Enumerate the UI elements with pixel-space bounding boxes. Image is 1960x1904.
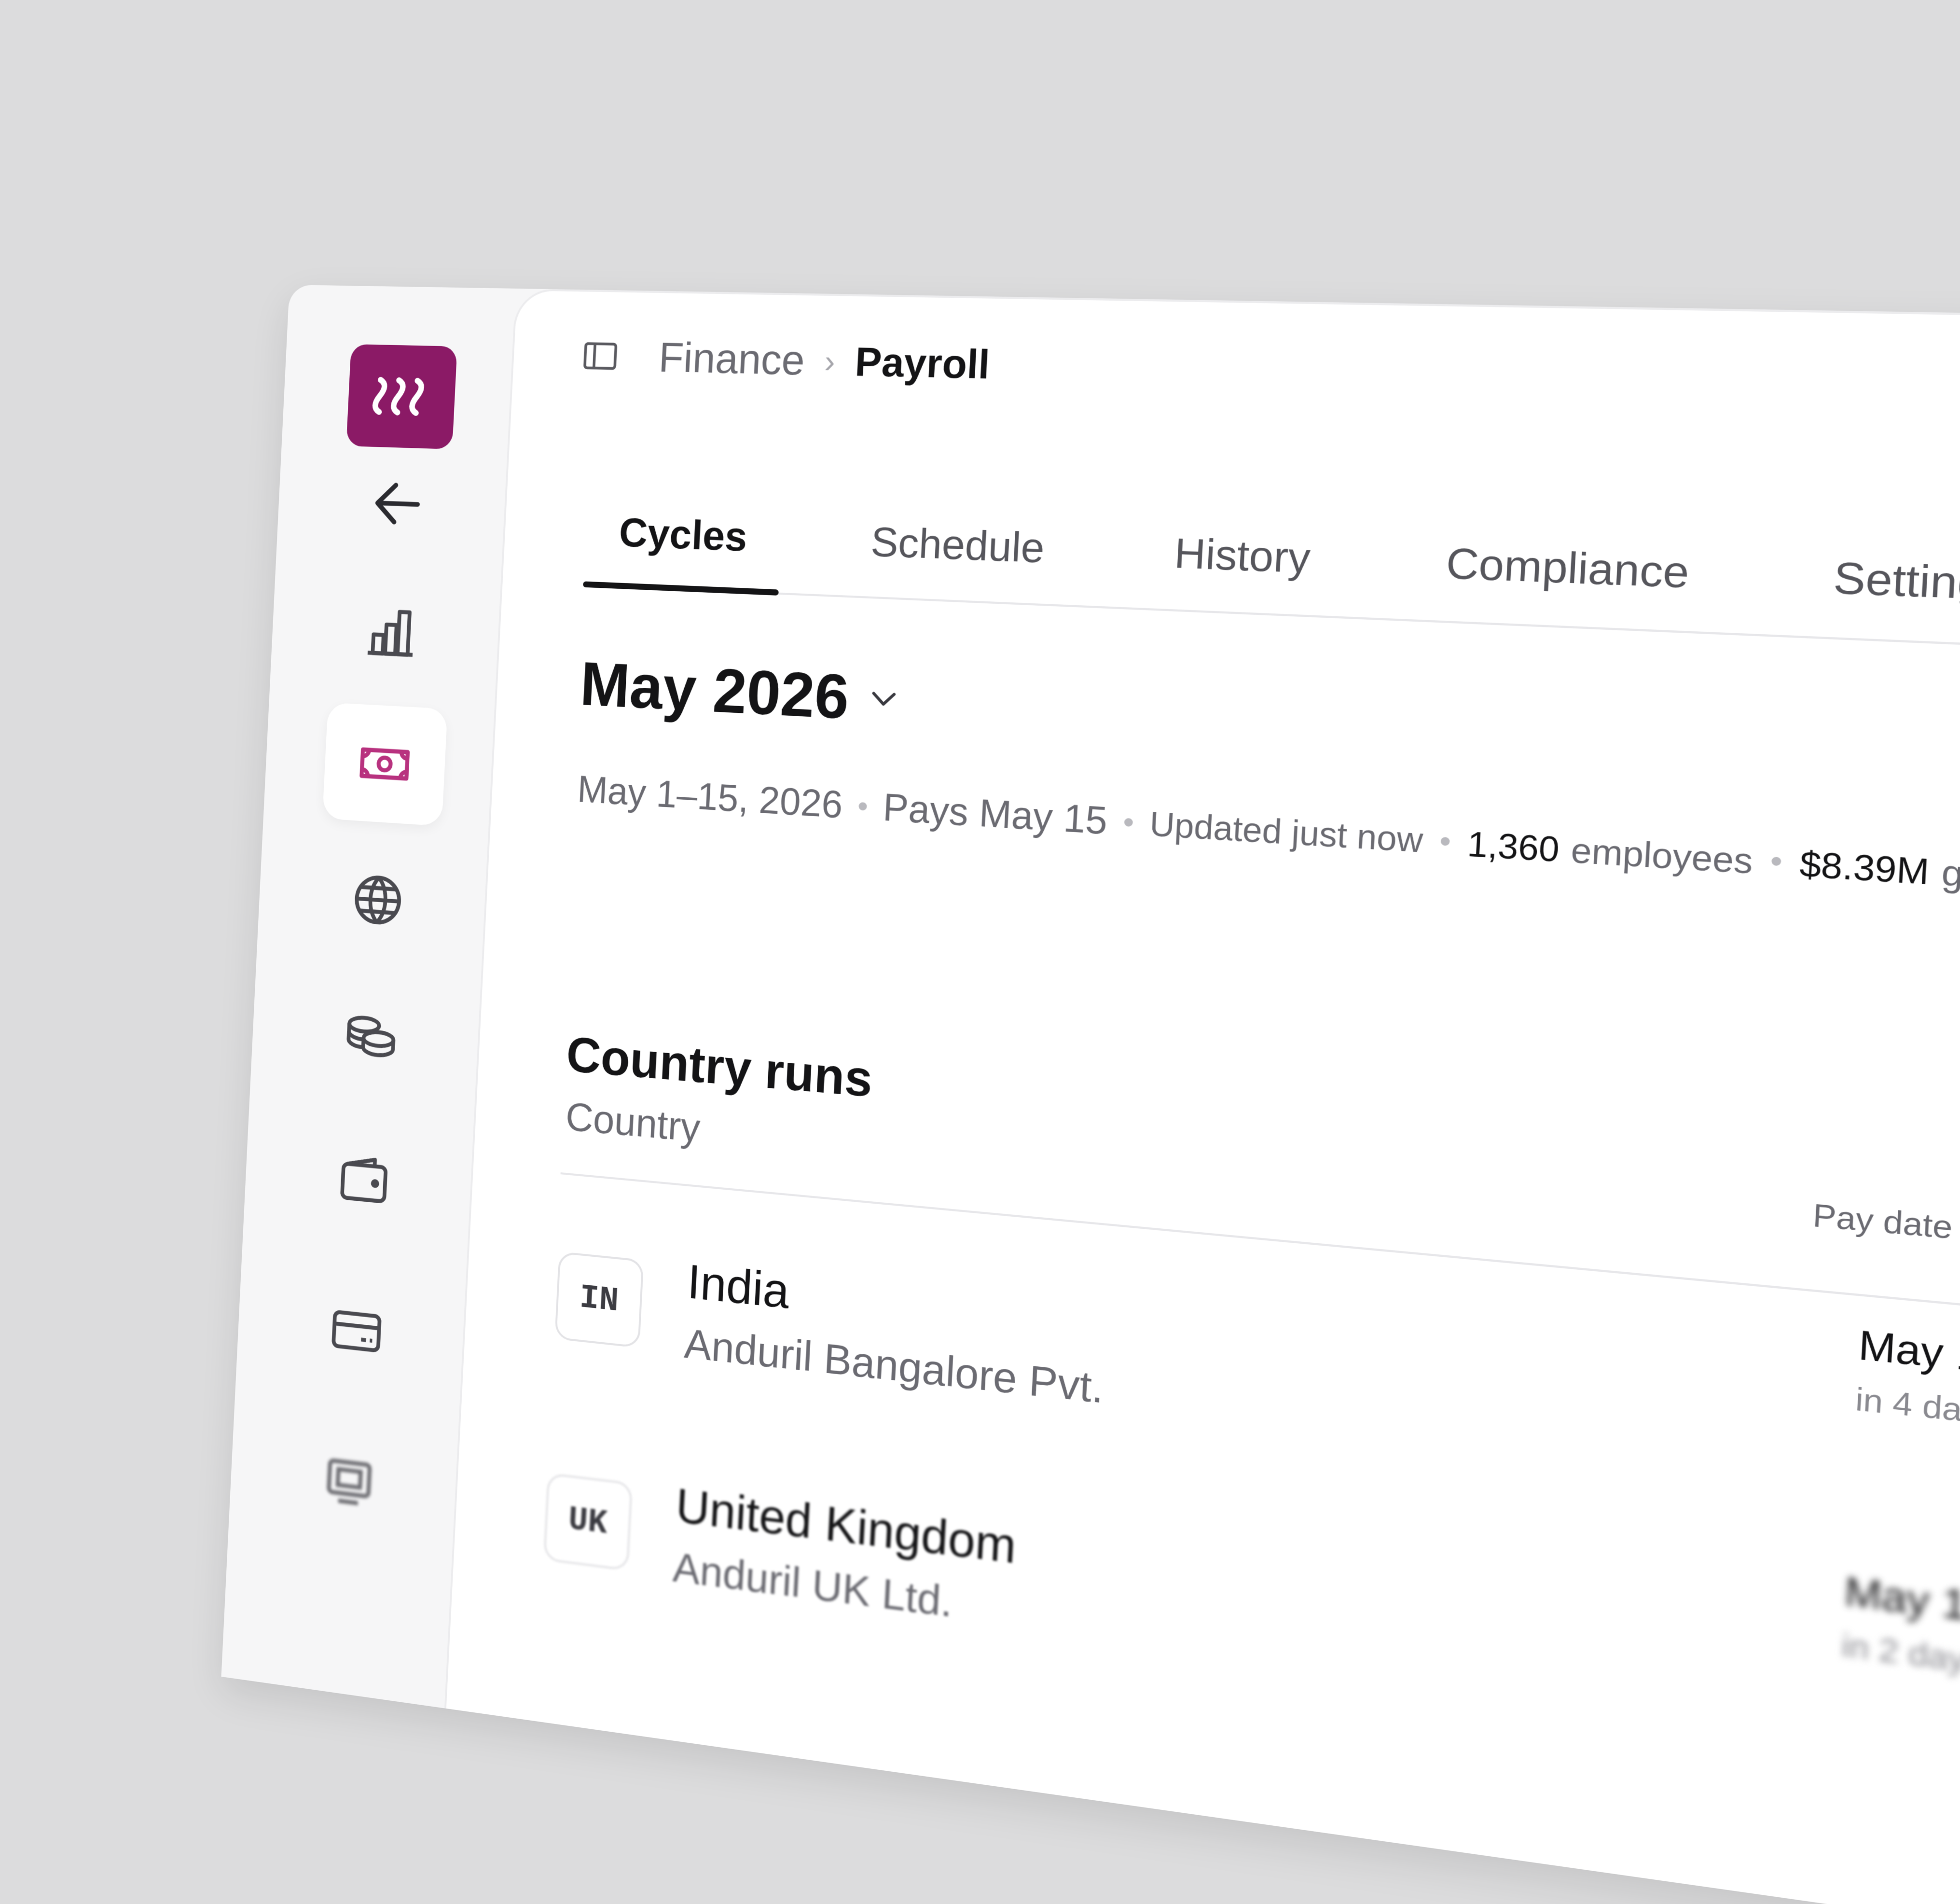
nav-global[interactable] [316,838,441,963]
country-code-badge: IN [554,1251,644,1348]
gross-value: $8.39M [1798,843,1931,892]
breadcrumb: Finance › Payroll [579,331,991,389]
back-button[interactable] [336,460,460,547]
separator-dot: • [856,789,869,824]
pay-date-relative: in 4 days [1854,1380,1960,1432]
credit-card-icon [325,1296,388,1366]
monitor-icon [318,1446,381,1516]
banknote-icon [353,731,416,797]
tab-cycles[interactable]: Cycles [583,508,783,593]
sidebar-toggle-icon[interactable] [579,334,621,377]
period-selector[interactable]: May 2026 [579,649,903,736]
separator-dot: • [1122,804,1135,840]
nav-wallet[interactable] [302,1118,427,1245]
gross-stat: $8.39M gross [1798,839,1960,901]
tab-settings[interactable]: Settings [1790,551,1960,646]
tab-bar: Cycles Schedule History Compliance Setti… [583,485,1960,657]
pay-date: May 17 [1857,1322,1960,1384]
nav-cards[interactable] [294,1267,419,1396]
coins-icon [340,1002,402,1070]
column-header-country[interactable]: Country [565,1094,702,1151]
bar-chart-icon [360,600,423,666]
tab-compliance[interactable]: Compliance [1405,537,1730,632]
country-runs-title: Country runs [565,1026,874,1108]
app-logo-icon [370,369,433,424]
employees-stat: 1,360 employees [1466,820,1754,884]
nav-analytics[interactable] [329,572,454,695]
column-header-pay-date[interactable]: Pay date [1812,1196,1954,1247]
breadcrumb-payroll: Payroll [854,338,991,388]
main-panel: Finance › Payroll Cycles Schedule Histor… [444,288,1960,1904]
pay-date-cell: May 17 in 4 days [1854,1321,1960,1433]
period-title: May 2026 [579,650,851,733]
country-name: India [686,1255,791,1319]
employees-label: employees [1570,830,1754,881]
breadcrumb-chevron-icon: › [823,342,836,379]
period-pays: Pays May 15 [882,786,1109,843]
country-code-badge: UK [543,1473,633,1571]
pay-date-relative: in 2 days [1840,1626,1960,1681]
app-logo[interactable] [346,344,457,449]
arrow-left-icon [366,471,429,537]
period-updated: Updated just now [1148,804,1424,860]
separator-dot: • [1438,823,1452,860]
app-window: Finance › Payroll Cycles Schedule Histor… [221,285,1960,1904]
wallet-icon [332,1147,395,1215]
separator-dot: • [1769,842,1783,880]
nav-coins[interactable] [309,973,434,1099]
nav-monitor[interactable] [287,1416,412,1546]
pay-date-cell: May 15 in 2 days [1841,1568,1960,1682]
gross-label: gross [1940,852,1960,899]
globe-icon [346,866,409,934]
tab-schedule[interactable]: Schedule [833,517,1082,605]
period-meta: May 1–15, 2026 • Pays May 15 • Updated j… [577,767,1960,907]
breadcrumb-finance[interactable]: Finance [658,333,806,385]
scene: Finance › Payroll Cycles Schedule Histor… [0,0,1960,1904]
nav-payroll[interactable] [322,702,448,826]
chevron-down-icon [865,680,902,720]
period-range: May 1–15, 2026 [576,768,844,827]
entity-name: Anduril Bangalore Pvt. [683,1320,1105,1413]
employees-count: 1,360 [1466,824,1560,869]
pay-date: May 15 [1843,1568,1960,1633]
tab-history[interactable]: History [1135,528,1349,616]
